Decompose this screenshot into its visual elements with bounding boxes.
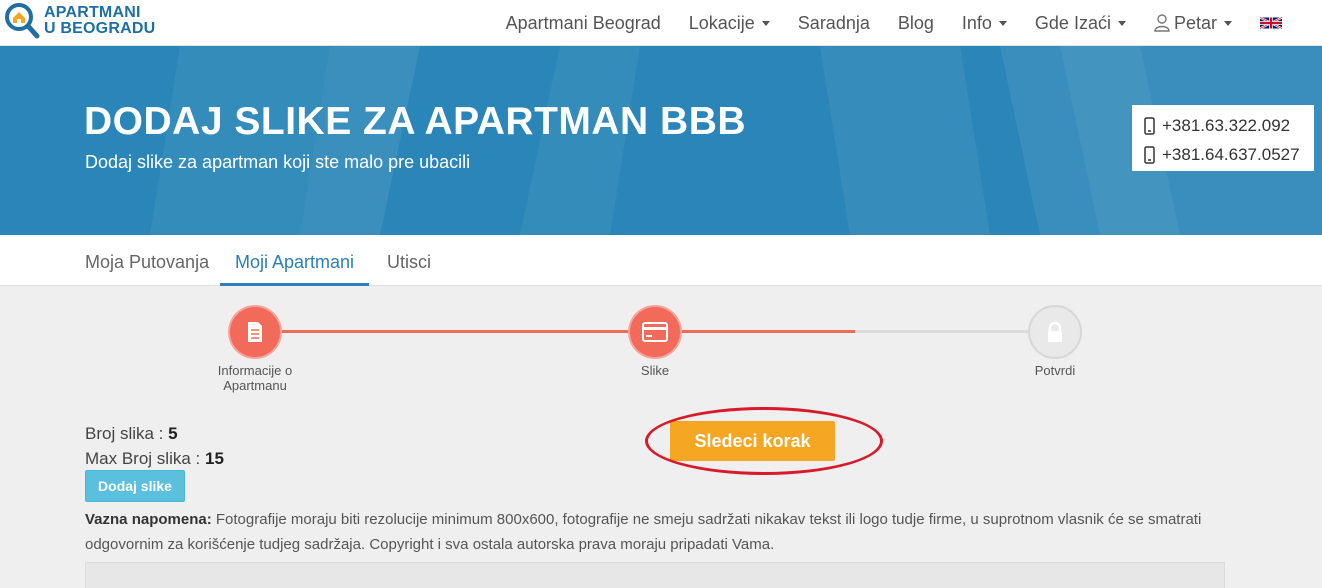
caret-down-icon	[1224, 20, 1232, 26]
image-count-value: 5	[168, 424, 178, 443]
tab-moji-apartmani[interactable]: Moji Apartmani	[220, 235, 370, 286]
max-image-count-label: Max Broj slika :	[85, 449, 205, 468]
document-icon	[248, 322, 262, 342]
mobile-phone-icon	[1144, 116, 1155, 135]
next-step-button[interactable]: Sledeci korak	[670, 421, 835, 461]
nav-item-label: Gde Izaći	[1034, 12, 1111, 33]
phone-line[interactable]: +381.63.322.092	[1144, 111, 1314, 140]
nav-item-gde-izaci[interactable]: Gde Izaći	[1035, 13, 1126, 34]
phone-number: +381.64.637.0527	[1162, 144, 1300, 164]
image-count-label: Broj slika :	[85, 424, 169, 443]
card-icon	[642, 322, 668, 342]
max-image-count: Max Broj slika : 15	[85, 449, 224, 469]
note-text: Fotografije moraju biti rezolucije minim…	[85, 511, 1202, 553]
image-count: Broj slika : 5	[85, 424, 178, 444]
nav-item-label: Lokacije	[688, 12, 755, 33]
top-navbar: APARTMANI U BEOGRADU Apartmani Beograd L…	[0, 0, 1322, 46]
caret-down-icon	[998, 20, 1007, 26]
page-subtitle: Dodaj slike za apartman koji ste malo pr…	[85, 152, 471, 172]
step-slike[interactable]	[630, 307, 680, 357]
page-title: DODAJ SLIKE ZA APARTMAN BBB	[84, 100, 747, 143]
step-label-slike: Slike	[640, 363, 670, 378]
magnifier-house-icon	[5, 3, 40, 39]
stepper-progress-line	[255, 330, 855, 333]
nav-item-blog[interactable]: Blog	[898, 13, 934, 34]
nav-item-apartmani-beograd[interactable]: Apartmani Beograd	[506, 13, 661, 34]
tab-moja-putovanja[interactable]: Moja Putovanja	[85, 235, 209, 286]
stepper-remaining-line	[855, 330, 1055, 333]
nav-item-lokacije[interactable]: Lokacije	[689, 13, 770, 34]
uk-flag-icon[interactable]	[1260, 16, 1282, 30]
nav-item-info[interactable]: Info	[962, 13, 1007, 34]
lock-icon	[1048, 321, 1062, 342]
user-name: Petar	[1173, 12, 1217, 33]
phone-number: +381.63.322.092	[1162, 115, 1291, 135]
mobile-phone-icon	[1144, 145, 1155, 164]
nav-item-label: Apartmani Beograd	[505, 12, 661, 33]
step-label-potvrdi: Potvrdi	[1034, 363, 1076, 378]
logo-text: APARTMANI U BEOGRADU	[44, 5, 155, 37]
nav-item-saradnja[interactable]: Saradnja	[798, 13, 870, 34]
logo-line-2: U BEOGRADU	[44, 20, 156, 37]
user-icon	[1154, 14, 1170, 32]
site-logo[interactable]: APARTMANI U BEOGRADU	[4, 2, 174, 42]
nav-item-user-menu[interactable]: Petar	[1154, 13, 1232, 34]
logo-line-1: APARTMANI	[44, 4, 141, 21]
page-header-banner: DODAJ SLIKE ZA APARTMAN BBB Dodaj slike …	[0, 46, 1322, 235]
phone-line[interactable]: +381.64.637.0527	[1144, 140, 1314, 169]
step-informacije[interactable]	[230, 307, 280, 357]
account-tabs: Moja Putovanja Moji Apartmani Utisci	[0, 235, 1322, 286]
tab-utisci[interactable]: Utisci	[387, 235, 431, 286]
contact-phones: +381.63.322.092 +381.64.637.0527	[1132, 105, 1314, 171]
important-note: Vazna napomena: Fotografije moraju biti …	[85, 507, 1205, 557]
step-potvrdi[interactable]	[1030, 307, 1080, 357]
step-label-informacije: Informacije o Apartmanu	[217, 363, 293, 393]
main-nav: Apartmani Beograd Lokacije Saradnja Blog…	[478, 0, 1282, 46]
caret-down-icon	[761, 20, 770, 26]
nav-item-label: Info	[961, 12, 992, 33]
add-images-button[interactable]: Dodaj slike	[85, 470, 185, 502]
note-label: Vazna napomena:	[85, 511, 212, 528]
image-upload-area[interactable]	[85, 562, 1225, 588]
nav-item-label: Blog	[897, 12, 934, 33]
max-image-count-value: 15	[204, 449, 224, 468]
nav-item-label: Saradnja	[797, 12, 870, 33]
caret-down-icon	[1117, 20, 1126, 26]
